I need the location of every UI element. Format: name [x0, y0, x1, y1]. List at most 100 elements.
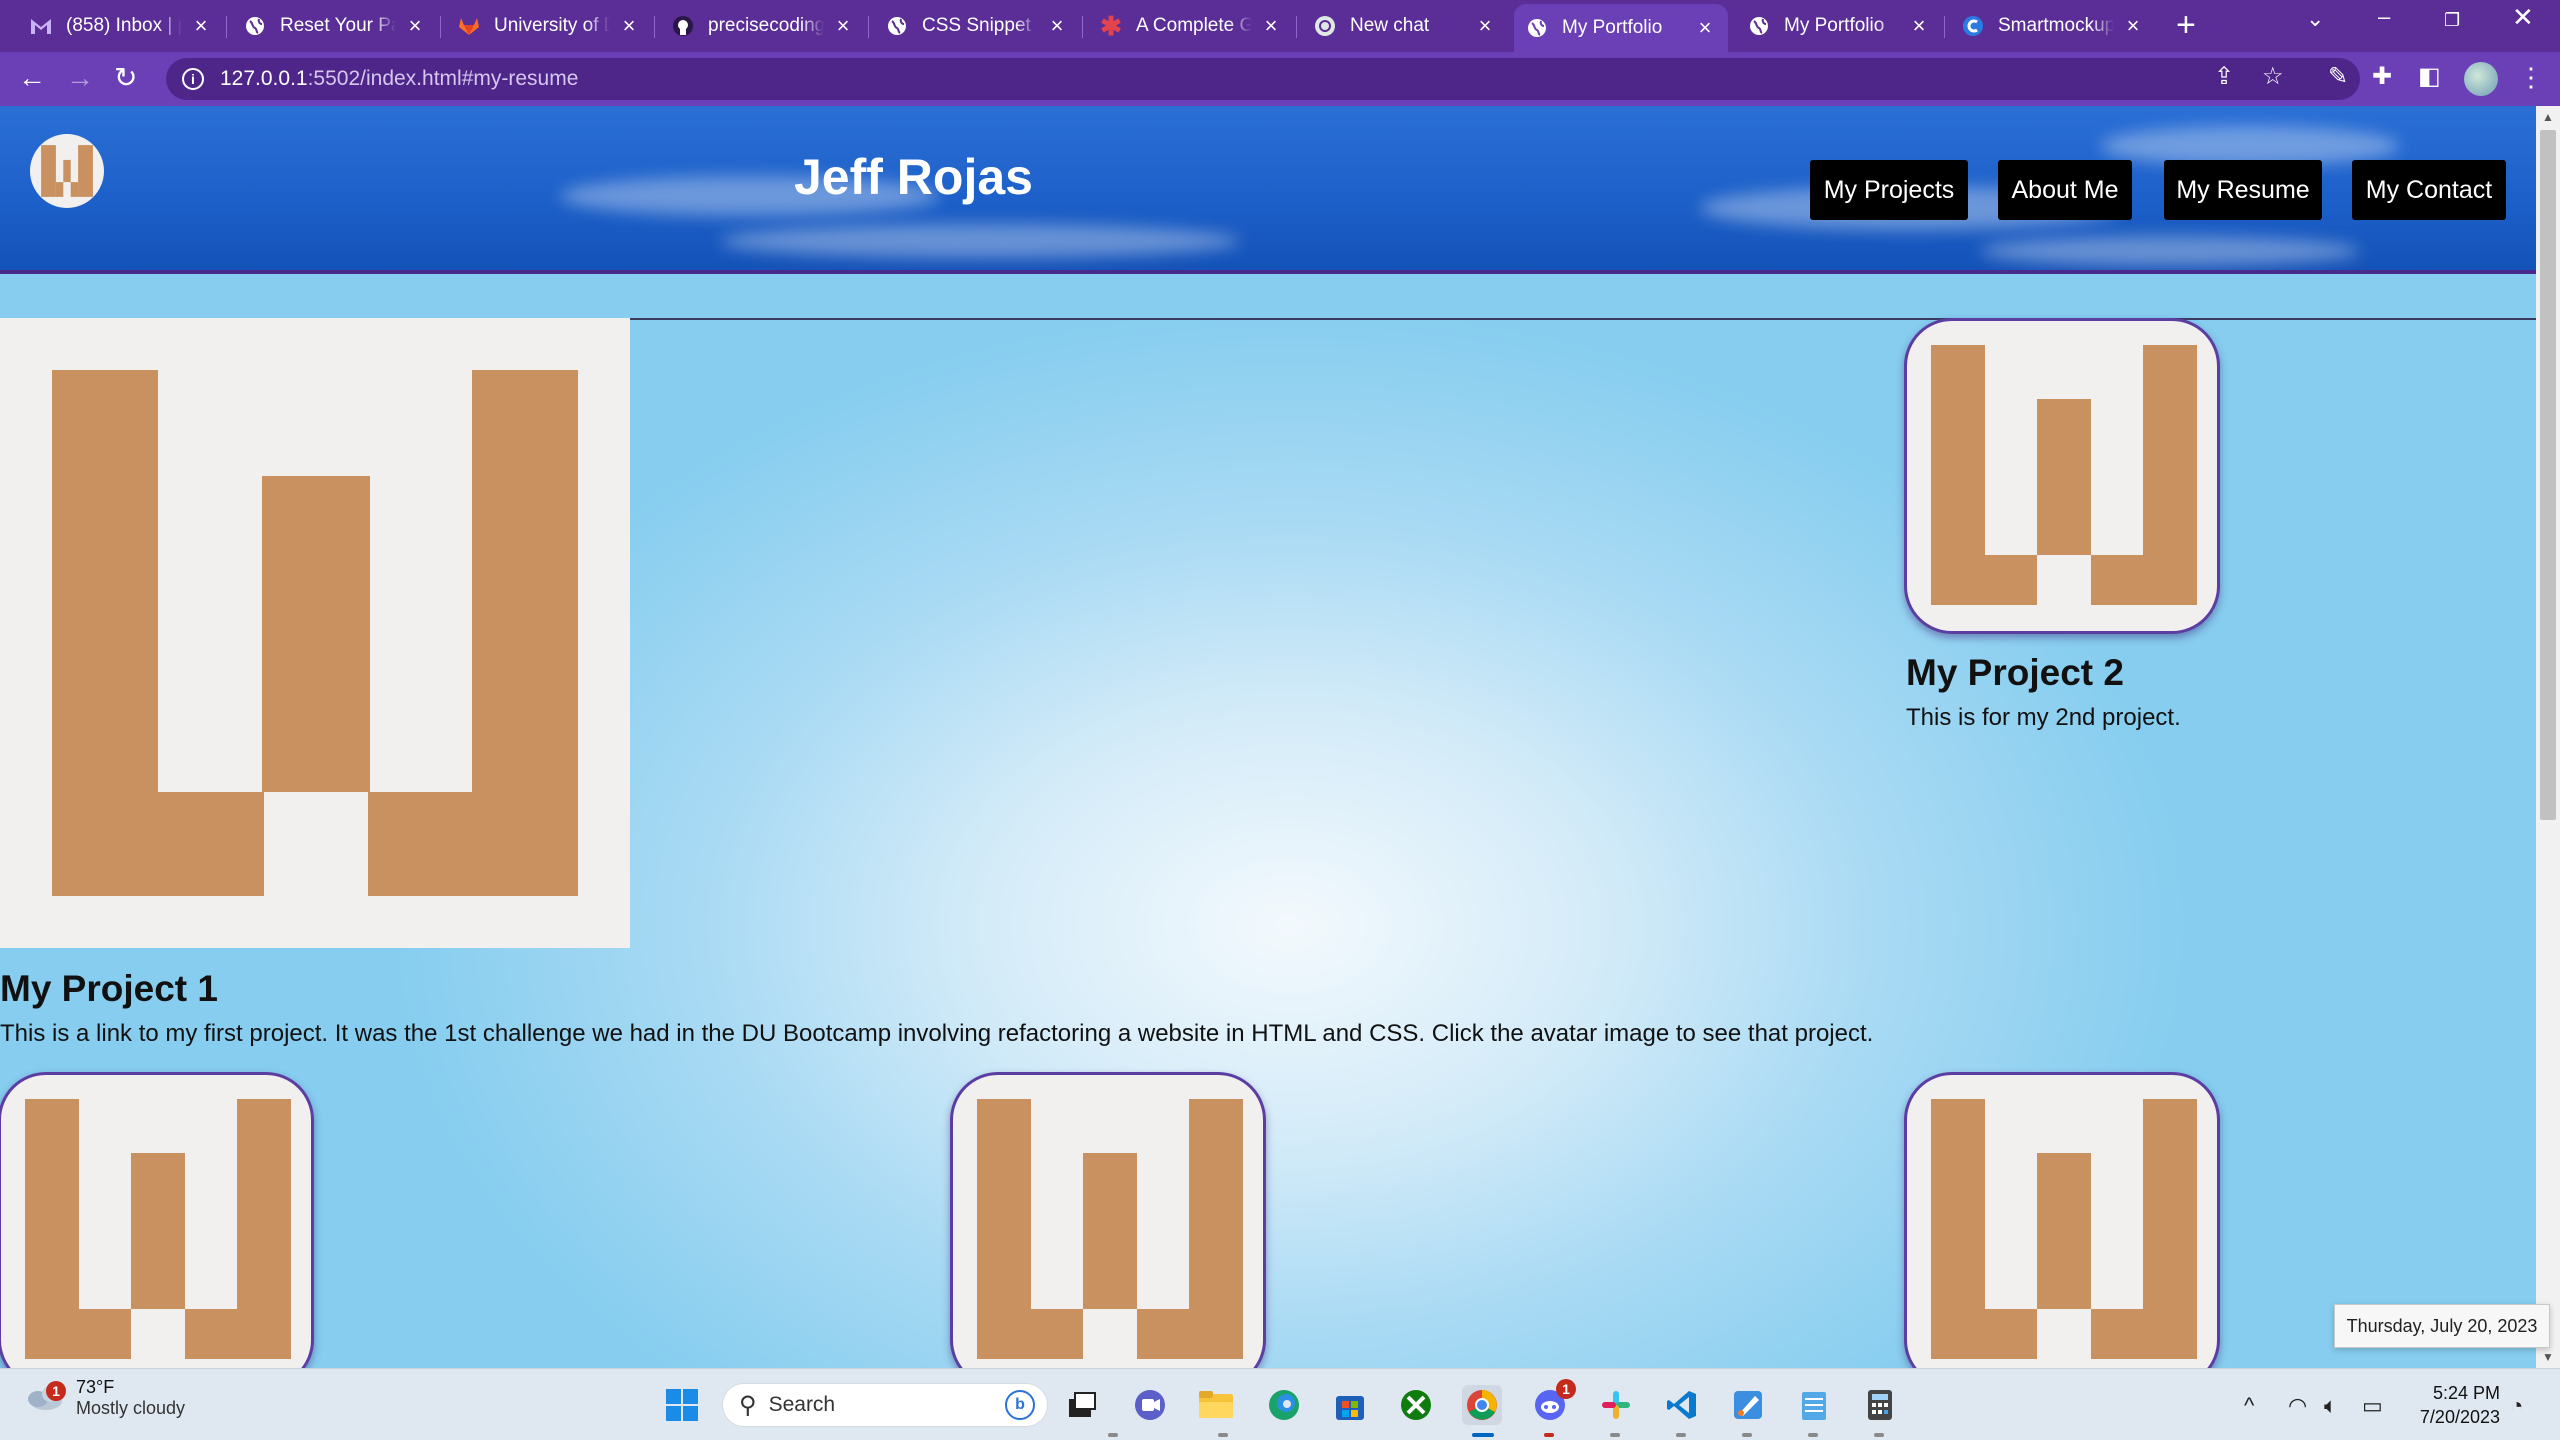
close-window-button[interactable]: ✕: [2512, 2, 2534, 33]
notepad-icon[interactable]: [1794, 1385, 1834, 1425]
tab-my-portfolio-active[interactable]: My Portfolio ×: [1514, 4, 1728, 52]
project-1-title: My Project 1: [0, 968, 218, 1009]
close-tab-icon[interactable]: ×: [2122, 13, 2144, 39]
close-tab-icon[interactable]: ×: [404, 13, 426, 39]
globe-icon: [1526, 17, 1548, 39]
gmail-icon: [30, 15, 52, 37]
url-host: 127.0.0.1: [220, 67, 308, 90]
cloudy-weather-icon: 1: [24, 1381, 66, 1413]
microsoft-store-icon[interactable]: [1330, 1385, 1370, 1425]
weather-widget[interactable]: 1 73°F Mostly cloudy: [24, 1377, 185, 1419]
eyedropper-extension-icon[interactable]: ✎: [2328, 62, 2348, 91]
reload-button[interactable]: ↻: [114, 60, 137, 96]
edge-browser-icon[interactable]: [1264, 1385, 1304, 1425]
project-5-avatar[interactable]: [1904, 1072, 2220, 1368]
site-logo[interactable]: [30, 134, 104, 208]
project-2-description: This is for my 2nd project.: [1906, 704, 2181, 731]
xbox-icon[interactable]: [1396, 1385, 1436, 1425]
minimize-button[interactable]: –: [2378, 4, 2390, 30]
calculator-icon[interactable]: [1860, 1385, 1900, 1425]
nav-about-me[interactable]: About Me: [1998, 160, 2132, 220]
taskbar-clock[interactable]: 5:24 PM 7/20/2023: [2404, 1381, 2500, 1429]
nav-my-resume[interactable]: My Resume: [2164, 160, 2322, 220]
back-button[interactable]: ←: [18, 60, 46, 96]
show-hidden-icons-chevron[interactable]: ^: [2244, 1393, 2254, 1419]
address-bar[interactable]: i 127.0.0.1:5502/index.html#my-resume: [166, 58, 2360, 100]
slack-icon[interactable]: [1596, 1385, 1636, 1425]
restore-button[interactable]: ❐: [2444, 10, 2460, 31]
asterisk-icon: ✱: [1100, 10, 1122, 41]
discord-badge: 1: [1556, 1379, 1576, 1399]
battery-icon[interactable]: ▭: [2362, 1393, 2383, 1419]
smartmockups-icon: [1962, 15, 1984, 37]
gitlab-icon: [458, 15, 480, 37]
volume-icon[interactable]: 🔈︎: [2324, 1393, 2337, 1419]
close-tab-icon[interactable]: ×: [1908, 13, 1930, 39]
close-tab-icon[interactable]: ×: [1260, 13, 1282, 39]
paint-app-icon[interactable]: [1728, 1385, 1768, 1425]
task-view-icon[interactable]: [1062, 1385, 1102, 1425]
new-tab-button[interactable]: +: [2176, 8, 2196, 42]
project-4-avatar[interactable]: [950, 1072, 1266, 1368]
vscode-icon[interactable]: [1662, 1385, 1702, 1425]
forward-button[interactable]: →: [66, 60, 94, 96]
tab-github[interactable]: precisecoding/ ×: [660, 4, 866, 48]
close-tab-icon[interactable]: ×: [1046, 13, 1068, 39]
date-tooltip: Thursday, July 20, 2023: [2334, 1304, 2550, 1348]
wifi-icon[interactable]: ◠: [2288, 1393, 2307, 1419]
close-tab-icon[interactable]: ×: [832, 13, 854, 39]
nav-my-projects[interactable]: My Projects: [1810, 160, 1968, 220]
nav-my-contact[interactable]: My Contact: [2352, 160, 2506, 220]
page-viewport: Jeff Rojas My Projects About Me My Resum…: [0, 106, 2536, 1368]
windows-start-icon[interactable]: [662, 1385, 702, 1425]
project-3-avatar[interactable]: [0, 1072, 314, 1368]
clock-time: 5:24 PM: [2432, 1383, 2500, 1403]
side-panel-icon[interactable]: ◧: [2418, 62, 2441, 91]
weather-badge: 1: [46, 1381, 66, 1401]
tab-search-chevron-icon[interactable]: ⌄: [2306, 6, 2324, 32]
project-1-description: This is a link to my first project. It w…: [0, 1020, 1874, 1047]
globe-icon: [1748, 15, 1770, 37]
globe-icon: [886, 15, 908, 37]
bookmark-star-icon[interactable]: ☆: [2262, 62, 2284, 91]
project-2-title: My Project 2: [1906, 652, 2124, 693]
project-1-avatar[interactable]: [0, 318, 630, 948]
globe-icon: [244, 15, 266, 37]
page-scrollbar[interactable]: ▲ ▼: [2536, 106, 2560, 1368]
menu-kebab-icon[interactable]: ⋮: [2518, 62, 2544, 93]
close-tab-icon[interactable]: ×: [1694, 15, 1716, 41]
weather-temp: 73°F: [76, 1377, 115, 1397]
scroll-up-arrow-icon[interactable]: ▲: [2542, 110, 2554, 124]
tab-reset-password[interactable]: Reset Your Pas ×: [232, 4, 438, 48]
tab-new-chat[interactable]: New chat ×: [1302, 4, 1508, 48]
extensions-puzzle-icon[interactable]: ✚: [2372, 62, 2392, 91]
openai-icon: [1314, 15, 1336, 37]
share-icon[interactable]: ⇪: [2214, 62, 2234, 91]
site-title: Jeff Rojas: [794, 149, 1033, 205]
scroll-down-arrow-icon[interactable]: ▼: [2542, 1350, 2554, 1364]
close-tab-icon[interactable]: ×: [190, 13, 212, 39]
discord-icon[interactable]: 1: [1530, 1379, 1576, 1425]
bing-icon[interactable]: b: [1005, 1390, 1035, 1420]
github-icon: [672, 15, 694, 37]
scrollbar-thumb[interactable]: [2540, 130, 2556, 820]
chrome-icon[interactable]: [1462, 1385, 1502, 1425]
tab-my-portfolio[interactable]: My Portfolio ×: [1736, 4, 1942, 48]
tab-smartmockups[interactable]: Smartmockups ×: [1950, 4, 2156, 48]
url-path: :5502/index.html#my-resume: [307, 67, 579, 90]
tab-complete-guide[interactable]: ✱ A Complete Gu ×: [1088, 4, 1294, 48]
browser-toolbar: ← → ↻ i 127.0.0.1:5502/index.html#my-res…: [0, 52, 2560, 106]
profile-avatar[interactable]: [2464, 62, 2498, 96]
close-tab-icon[interactable]: ×: [1474, 13, 1496, 39]
taskbar-search[interactable]: ⚲ Search b: [722, 1383, 1048, 1427]
tab-css-snippet[interactable]: CSS Snippet Cl ×: [874, 4, 1080, 48]
site-info-icon[interactable]: i: [182, 68, 204, 90]
notifications-icon[interactable]: ◔: [2510, 1393, 2523, 1419]
file-explorer-icon[interactable]: [1196, 1385, 1236, 1425]
tab-strip: (858) Inbox | p × Reset Your Pas × Unive…: [0, 0, 2560, 52]
teams-chat-icon[interactable]: [1130, 1385, 1170, 1425]
project-2-avatar[interactable]: [1904, 318, 2220, 634]
tab-gmail[interactable]: (858) Inbox | p ×: [18, 4, 224, 48]
tab-university[interactable]: University of D ×: [446, 4, 652, 48]
close-tab-icon[interactable]: ×: [618, 13, 640, 39]
